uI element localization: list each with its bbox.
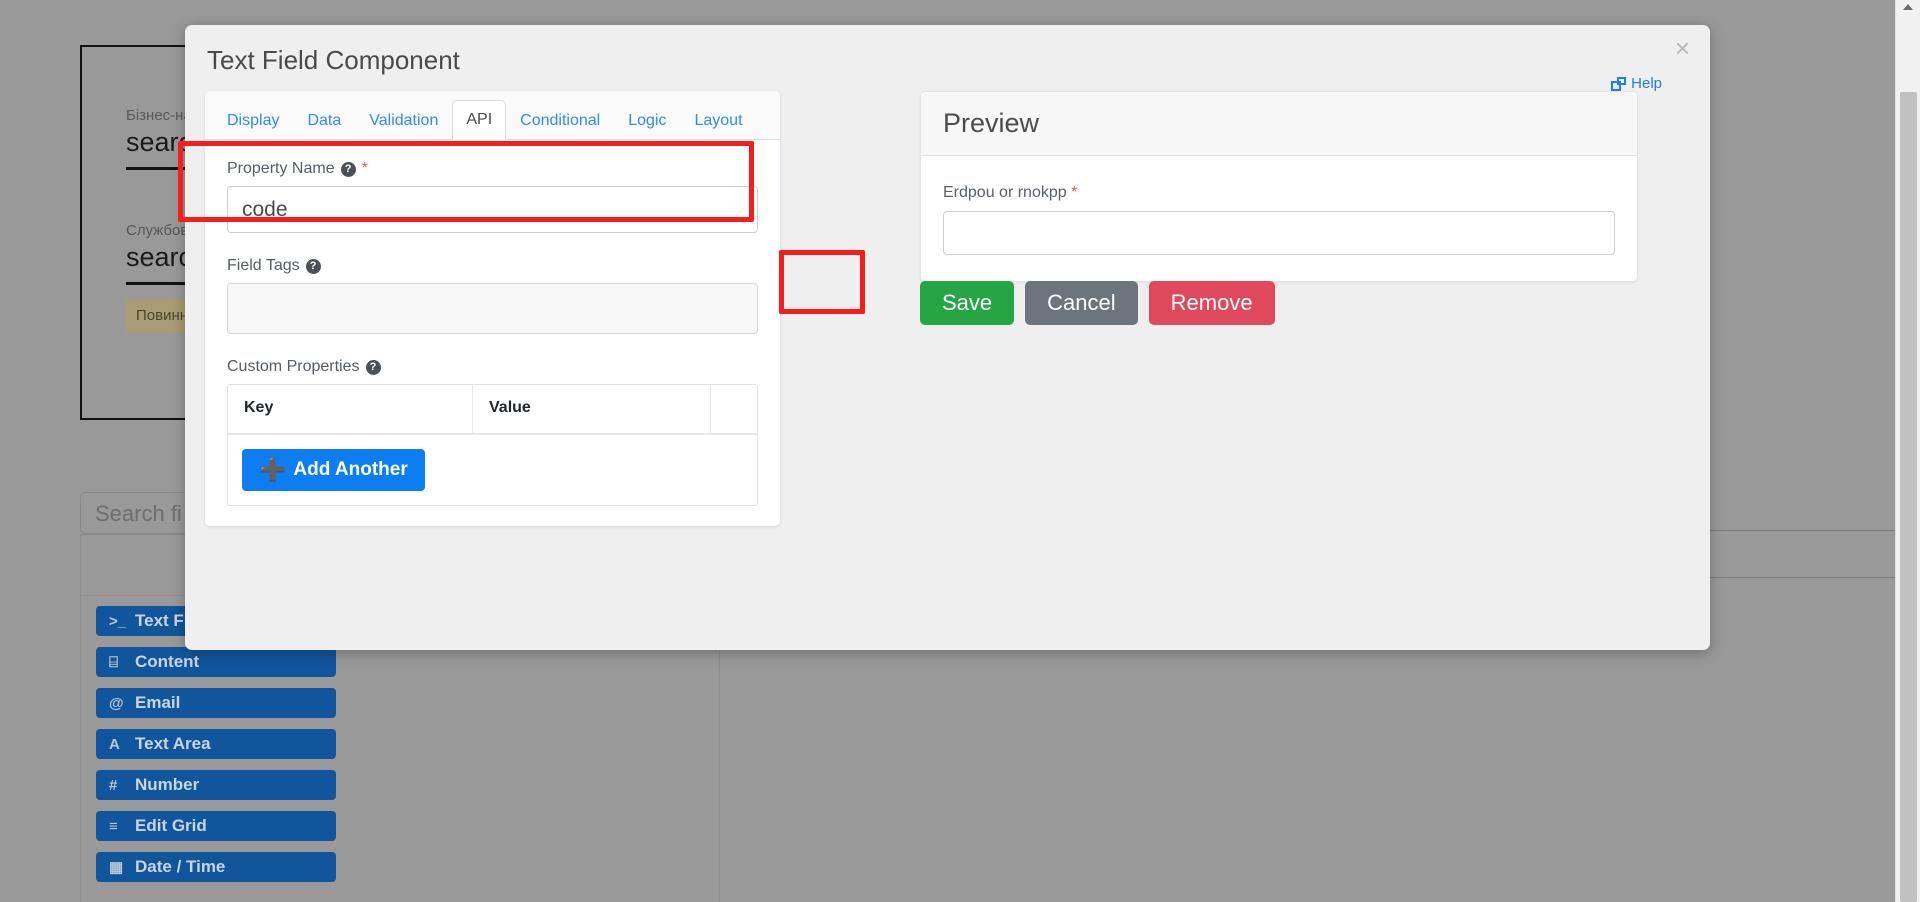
highlight-box-save-button <box>779 250 865 314</box>
bg-component-label: Content <box>135 652 200 671</box>
list-icon: ≡ <box>109 817 118 835</box>
bg-component-label: Text Area <box>135 734 211 753</box>
bg-component-label: Email <box>135 693 181 712</box>
required-marker: * <box>1071 184 1078 201</box>
help-link[interactable]: Help <box>1611 75 1662 92</box>
bg-component-content[interactable]: ⌸ Content <box>96 647 336 677</box>
custom-properties-label-row: Custom Properties ? <box>227 358 758 376</box>
tab-data[interactable]: Data <box>293 101 355 140</box>
custom-properties-table: Key Value ➕ Add Another <box>227 384 758 506</box>
question-mark-icon[interactable]: ? <box>365 359 381 375</box>
bg-component-label: Date / Time <box>135 857 226 876</box>
table-header-row: Key Value <box>228 385 757 435</box>
question-mark-icon[interactable]: ? <box>305 258 321 274</box>
add-another-button[interactable]: ➕ Add Another <box>242 449 425 491</box>
settings-tabs: Display Data Validation API Conditional … <box>205 91 780 140</box>
tab-validation[interactable]: Validation <box>355 101 452 140</box>
table-header-value: Value <box>473 385 711 433</box>
letter-a-icon: A <box>109 735 120 753</box>
tab-conditional[interactable]: Conditional <box>506 101 614 140</box>
field-tags-label: Field Tags <box>227 257 300 274</box>
tab-logic[interactable]: Logic <box>614 101 680 140</box>
modal-title: Text Field Component <box>207 45 460 75</box>
preview-title: Preview <box>921 92 1637 156</box>
hash-icon: # <box>109 776 118 794</box>
save-button[interactable]: Save <box>920 281 1015 325</box>
close-icon[interactable]: × <box>1675 35 1690 61</box>
external-window-icon <box>1611 76 1627 91</box>
preview-body: Erdpou or rnokpp * <box>921 156 1637 281</box>
bg-component-edit-grid[interactable]: ≡ Edit Grid <box>96 811 336 841</box>
tab-display[interactable]: Display <box>213 101 293 140</box>
terminal-icon: >_ <box>109 612 127 630</box>
page-scrollbar[interactable] <box>1895 0 1920 902</box>
preview-field-label-row: Erdpou or rnokpp * <box>943 184 1615 202</box>
custom-properties-label: Custom Properties <box>227 358 360 375</box>
preview-field-label: Erdpou or rnokpp <box>943 184 1067 201</box>
remove-button[interactable]: Remove <box>1148 281 1275 325</box>
table-header-key: Key <box>228 385 473 433</box>
table-header-actions <box>711 385 757 433</box>
calendar-icon: ▦ <box>109 859 124 876</box>
html5-icon: ⌸ <box>109 653 119 671</box>
bg-component-date-time[interactable]: ▦ Date / Time <box>96 852 336 882</box>
add-another-label: Add Another <box>293 459 408 480</box>
bg-component-email[interactable]: @ Email <box>96 688 336 718</box>
background-right-input[interactable] <box>1705 530 1920 578</box>
scrollbar-thumb[interactable] <box>1900 92 1917 902</box>
scroll-up-arrow-icon[interactable] <box>1903 4 1913 10</box>
help-label: Help <box>1631 75 1662 92</box>
cancel-button[interactable]: Cancel <box>1025 281 1138 325</box>
bg-component-text-area[interactable]: A Text Area <box>96 729 336 759</box>
tab-layout[interactable]: Layout <box>680 101 756 140</box>
field-tags-label-row: Field Tags ? <box>227 257 758 275</box>
custom-properties-group: Custom Properties ? Key Value ➕ Add Anot… <box>227 358 758 506</box>
preview-panel: Preview Erdpou or rnokpp * <box>920 91 1638 282</box>
table-body: ➕ Add Another <box>228 435 757 505</box>
highlight-box-property-name <box>178 141 754 222</box>
component-settings-modal: Text Field Component × Help Display Data… <box>185 25 1710 650</box>
modal-action-row: Save Cancel Remove <box>920 281 1275 325</box>
bg-component-label: Edit Grid <box>135 816 207 835</box>
bg-component-number[interactable]: # Number <box>96 770 336 800</box>
field-tags-group: Field Tags ? <box>227 257 758 334</box>
plus-icon: ➕ <box>259 457 287 482</box>
preview-field-input[interactable] <box>943 211 1615 255</box>
tab-api[interactable]: API <box>452 100 507 140</box>
bg-component-label: Number <box>135 775 200 794</box>
at-icon: @ <box>109 694 124 712</box>
field-tags-input[interactable] <box>227 283 758 334</box>
